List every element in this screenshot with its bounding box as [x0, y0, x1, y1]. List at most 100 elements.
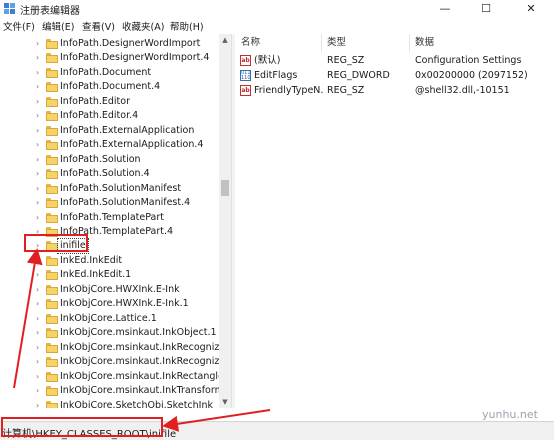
tree-item[interactable]: › InkObjCore.msinkaut.InkRecognizers. — [0, 355, 219, 369]
expand-chevron-icon[interactable]: › — [36, 52, 44, 64]
string-value-icon: ab — [240, 85, 251, 96]
tree-item[interactable]: › InfoPath.Solution.4 — [0, 167, 219, 181]
registry-key-tree[interactable]: › InfoPath.DesignerWordImport › InfoPath.De… — [0, 34, 219, 408]
tree-item[interactable]: › InfoPath.DesignerWordImport — [0, 37, 219, 51]
expand-chevron-icon[interactable]: › — [36, 298, 44, 310]
expand-chevron-icon[interactable]: › — [36, 96, 44, 108]
value-row[interactable]: ab (默认) REG_SZ Configuration Settings — [235, 53, 554, 68]
expand-chevron-icon[interactable]: › — [36, 67, 44, 79]
expand-chevron-icon[interactable]: › — [36, 183, 44, 195]
expand-chevron-icon[interactable]: › — [36, 284, 44, 296]
tree-item-label: InkObjCore.HWXInk.E-Ink — [60, 283, 180, 295]
expand-chevron-icon[interactable]: › — [36, 371, 44, 383]
column-header-name[interactable]: 名称 — [241, 34, 260, 52]
folder-icon — [46, 183, 58, 194]
column-header-data[interactable]: 数据 — [415, 34, 434, 52]
tree-item[interactable]: › InkObjCore.msinkaut.InkRecognizerG — [0, 341, 219, 355]
tree-item[interactable]: › InkObjCore.msinkaut.InkRectangle.1 — [0, 370, 219, 384]
menu-bar: 文件(F) 编辑(E) 查看(V) 收藏夹(A) 帮助(H) — [0, 17, 554, 33]
expand-chevron-icon[interactable]: › — [36, 212, 44, 224]
binary-value-icon: 011 110 — [240, 70, 251, 81]
tree-item[interactable]: › InfoPath.Document.4 — [0, 80, 219, 94]
menu-edit[interactable]: 编辑(E) — [42, 19, 74, 33]
tree-item[interactable]: › InfoPath.SolutionManifest — [0, 182, 219, 196]
value-row[interactable]: 011 110 EditFlags REG_DWORD 0x00200000 (2… — [235, 68, 554, 83]
close-button[interactable]: ✕ — [508, 0, 554, 17]
tree-item[interactable]: › InkEd.InkEdit — [0, 254, 219, 268]
column-separator[interactable] — [321, 34, 322, 52]
folder-icon — [46, 67, 58, 78]
maximize-button[interactable]: ☐ — [466, 0, 506, 17]
tree-vertical-scrollbar[interactable]: ▲ ▼ — [219, 34, 231, 408]
expand-chevron-icon[interactable]: › — [36, 154, 44, 166]
registry-values-list: 名称 类型 数据 ab (默认) REG_SZ Configuration Se… — [235, 34, 554, 408]
tree-item[interactable]: › InkObjCore.msinkaut.InkObject.1 — [0, 326, 219, 340]
expand-chevron-icon[interactable]: › — [36, 400, 44, 409]
tree-item-label: InkEd.InkEdit — [60, 254, 123, 266]
watermark-text: yunhu.net — [482, 408, 538, 421]
tree-item-label: InfoPath.SolutionManifest.4 — [60, 197, 191, 209]
tree-item-label: InfoPath.DesignerWordImport.4 — [60, 52, 210, 64]
folder-icon — [46, 357, 58, 368]
tree-item[interactable]: › InkObjCore.SketchObj.SketchInk — [0, 399, 219, 409]
tree-item[interactable]: › InfoPath.TemplatePart — [0, 211, 219, 225]
tree-item[interactable]: › InfoPath.Solution — [0, 153, 219, 167]
folder-icon — [46, 169, 58, 180]
tree-item[interactable]: › InkEd.InkEdit.1 — [0, 268, 219, 282]
tree-item-label: InkObjCore.HWXInk.E-Ink.1 — [60, 298, 189, 310]
scroll-down-icon[interactable]: ▼ — [219, 396, 231, 408]
tree-item-label: InkObjCore.msinkaut.InkRecognizers. — [60, 356, 219, 368]
tree-item-label: InfoPath.Document — [60, 66, 152, 78]
tree-item[interactable]: › InfoPath.Editor — [0, 95, 219, 109]
value-row[interactable]: ab FriendlyTypeN... REG_SZ @shell32.dll,… — [235, 83, 554, 98]
scroll-up-icon[interactable]: ▲ — [219, 34, 231, 46]
tree-item-label: InkObjCore.SketchObj.SketchInk — [60, 399, 213, 409]
tree-item[interactable]: › InfoPath.Editor.4 — [0, 109, 219, 123]
expand-chevron-icon[interactable]: › — [36, 139, 44, 151]
folder-icon — [46, 140, 58, 151]
menu-file[interactable]: 文件(F) — [3, 19, 35, 33]
tree-item-label: InfoPath.DesignerWordImport — [60, 38, 201, 49]
expand-chevron-icon[interactable]: › — [36, 255, 44, 267]
expand-chevron-icon[interactable]: › — [36, 168, 44, 180]
value-data: Configuration Settings — [415, 55, 522, 66]
expand-chevron-icon[interactable]: › — [36, 327, 44, 339]
tree-item[interactable]: › InfoPath.ExternalApplication — [0, 124, 219, 138]
expand-chevron-icon[interactable]: › — [36, 38, 44, 50]
expand-chevron-icon[interactable]: › — [36, 125, 44, 137]
folder-icon — [46, 111, 58, 122]
menu-view[interactable]: 查看(V) — [82, 19, 115, 33]
folder-icon — [46, 371, 58, 382]
expand-chevron-icon[interactable]: › — [36, 313, 44, 325]
tree-item-label: InfoPath.Solution.4 — [60, 168, 150, 180]
expand-chevron-icon[interactable]: › — [36, 356, 44, 368]
tree-item-label: InfoPath.ExternalApplication — [60, 124, 195, 136]
tree-item-label: InfoPath.Document.4 — [60, 81, 161, 93]
tree-item[interactable]: › InfoPath.ExternalApplication.4 — [0, 138, 219, 152]
tree-item[interactable]: › InkObjCore.HWXInk.E-Ink.1 — [0, 297, 219, 311]
expand-chevron-icon[interactable]: › — [36, 269, 44, 281]
menu-favorites[interactable]: 收藏夹(A) — [122, 19, 164, 33]
expand-chevron-icon[interactable]: › — [36, 110, 44, 122]
tree-item[interactable]: › InfoPath.SolutionManifest.4 — [0, 196, 219, 210]
column-separator[interactable] — [409, 34, 410, 52]
folder-icon — [46, 198, 58, 209]
tree-item[interactable]: › InfoPath.Document — [0, 66, 219, 80]
tree-item[interactable]: › InkObjCore.HWXInk.E-Ink — [0, 283, 219, 297]
tree-item[interactable]: › InkObjCore.Lattice.1 — [0, 312, 219, 326]
scrollbar-thumb[interactable] — [221, 180, 229, 196]
tree-item-label: InkObjCore.Lattice.1 — [60, 312, 157, 324]
expand-chevron-icon[interactable]: › — [36, 342, 44, 354]
tree-item-label: InkObjCore.msinkaut.InkObject.1 — [60, 327, 217, 339]
expand-chevron-icon[interactable]: › — [36, 81, 44, 93]
tree-item[interactable]: › InkObjCore.msinkaut.InkTransform.1 — [0, 384, 219, 398]
tree-item[interactable]: › InfoPath.DesignerWordImport.4 — [0, 51, 219, 65]
value-type: REG_DWORD — [327, 70, 390, 81]
expand-chevron-icon[interactable]: › — [36, 385, 44, 397]
title-bar: 注册表编辑器 — ☐ ✕ — [0, 0, 554, 17]
menu-help[interactable]: 帮助(H) — [170, 19, 204, 33]
minimize-button[interactable]: — — [425, 0, 465, 17]
column-header-type[interactable]: 类型 — [327, 34, 346, 52]
expand-chevron-icon[interactable]: › — [36, 197, 44, 209]
value-name: (默认) — [254, 55, 281, 66]
